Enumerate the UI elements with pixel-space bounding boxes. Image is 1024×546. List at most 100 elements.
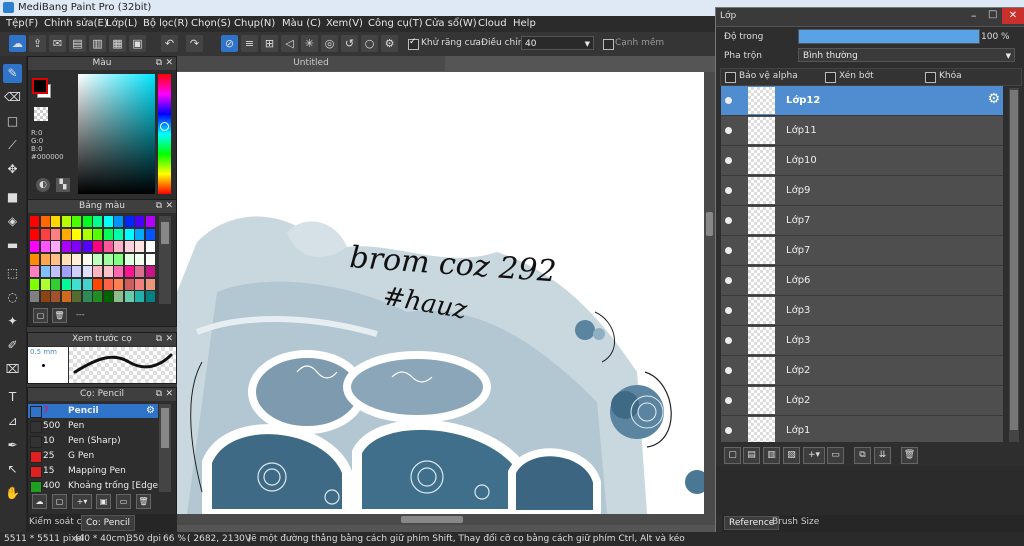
document-icon[interactable]: ▤ bbox=[69, 35, 86, 52]
brush-item[interactable]: 10 Pen (Sharp) bbox=[28, 434, 158, 448]
curve-snap-icon[interactable]: ↺ bbox=[341, 35, 358, 52]
saturation-value-picker[interactable] bbox=[78, 74, 155, 194]
layer-row[interactable]: Lớp3 bbox=[721, 326, 1003, 356]
menu-capture[interactable]: Chụp(N) bbox=[234, 18, 275, 29]
gear-icon[interactable]: ⚙ bbox=[987, 91, 1000, 107]
palette-scrollbar[interactable] bbox=[159, 216, 171, 304]
visibility-eye-icon[interactable] bbox=[725, 187, 732, 194]
palette-swatch[interactable] bbox=[145, 253, 155, 265]
lasso-tool-icon[interactable]: ◌ bbox=[3, 288, 22, 307]
palette-swatch[interactable] bbox=[124, 253, 134, 265]
layer-list-scrollbar-thumb[interactable] bbox=[1010, 90, 1018, 430]
palette-swatch[interactable] bbox=[145, 216, 155, 227]
palette-swatch[interactable] bbox=[135, 278, 144, 290]
palette-swatch[interactable] bbox=[40, 216, 50, 227]
palette-swatch[interactable] bbox=[30, 278, 39, 290]
move-tool-icon[interactable]: ✥ bbox=[3, 160, 22, 179]
palette-swatch[interactable] bbox=[124, 241, 134, 252]
palette-swatch[interactable] bbox=[93, 216, 102, 227]
document-tab[interactable]: Untitled bbox=[177, 56, 445, 71]
operation-tool-icon[interactable]: ↖ bbox=[3, 460, 22, 479]
layer-row[interactable]: Lớp6 bbox=[721, 266, 1003, 296]
select-eraser-icon[interactable]: ⌧ bbox=[3, 360, 22, 379]
close-icon[interactable]: ✕ bbox=[165, 388, 173, 401]
folder-icon[interactable]: ▭ bbox=[827, 447, 844, 464]
palette-swatch[interactable] bbox=[72, 291, 81, 302]
palette-swatch[interactable] bbox=[40, 291, 50, 302]
palette-swatch[interactable] bbox=[82, 253, 92, 265]
merge-down-icon[interactable]: ⇊ bbox=[874, 447, 891, 464]
drawing-canvas[interactable]: brom coz 292 #hauz bbox=[177, 72, 704, 514]
eyedropper-icon[interactable]: ✒ bbox=[3, 436, 22, 455]
new-1bit-layer-icon[interactable]: ▧ bbox=[783, 447, 800, 464]
new-8bit-layer-icon[interactable]: ▥ bbox=[763, 447, 780, 464]
palette-swatch[interactable] bbox=[145, 228, 155, 240]
palette-swatch[interactable] bbox=[72, 278, 81, 290]
opacity-slider[interactable] bbox=[798, 29, 980, 44]
palette-swatch[interactable] bbox=[93, 228, 102, 240]
radial-snap-icon[interactable]: ✳ bbox=[301, 35, 318, 52]
clipping-checkbox[interactable] bbox=[825, 72, 836, 83]
visibility-eye-icon[interactable] bbox=[725, 247, 732, 254]
brush-cloud-icon[interactable]: ☁ bbox=[32, 494, 47, 509]
palette-swatch[interactable] bbox=[103, 253, 113, 265]
palette-swatch[interactable] bbox=[103, 291, 113, 302]
palette-swatch[interactable] bbox=[103, 278, 113, 290]
close-icon[interactable]: ✕ bbox=[165, 333, 173, 346]
palette-swatch[interactable] bbox=[103, 228, 113, 240]
canvas-vscroll-thumb[interactable] bbox=[706, 212, 713, 236]
palette-swatch[interactable] bbox=[124, 266, 134, 277]
transparent-swatch[interactable] bbox=[34, 107, 48, 121]
layer-row[interactable]: Lớp11 bbox=[721, 116, 1003, 146]
color-mode-icon[interactable]: ▚ bbox=[56, 178, 70, 192]
undo-icon[interactable]: ↶ bbox=[161, 35, 178, 52]
palette-swatch[interactable] bbox=[61, 216, 71, 227]
popout-icon[interactable]: ⧉ bbox=[156, 200, 162, 213]
palette-scrollbar-thumb[interactable] bbox=[161, 222, 169, 244]
palette-swatch[interactable] bbox=[82, 266, 92, 277]
palette-swatch[interactable] bbox=[124, 278, 134, 290]
brush-list-scrollbar[interactable] bbox=[159, 404, 171, 492]
palette-swatch[interactable] bbox=[51, 253, 60, 265]
color-wheel-icon[interactable]: ◐ bbox=[36, 178, 50, 192]
hue-slider-handle[interactable] bbox=[160, 122, 169, 131]
brush-list-scrollbar-thumb[interactable] bbox=[161, 408, 169, 448]
layer-row[interactable]: Lớp2 bbox=[721, 386, 1003, 416]
palette-swatch[interactable] bbox=[145, 278, 155, 290]
select-rect-tool-icon[interactable]: ⬚ bbox=[3, 264, 22, 283]
antialias-checkbox[interactable] bbox=[408, 37, 419, 50]
layer-row[interactable]: Lớp7 bbox=[721, 206, 1003, 236]
palette-swatch[interactable] bbox=[114, 228, 123, 240]
tab-brush-control[interactable]: Kiểm soát co bbox=[29, 517, 87, 527]
palette-swatch[interactable] bbox=[135, 216, 144, 227]
palette-swatch[interactable] bbox=[93, 278, 102, 290]
vanishing-snap-icon[interactable]: ◁ bbox=[281, 35, 298, 52]
gear-icon[interactable]: ⚙ bbox=[146, 404, 155, 418]
palette-swatch[interactable] bbox=[72, 241, 81, 252]
palette-swatch[interactable] bbox=[61, 291, 71, 302]
circle-snap-icon[interactable]: ◎ bbox=[321, 35, 338, 52]
menu-tools[interactable]: Công cụ(T) bbox=[368, 18, 423, 29]
palette-swatch[interactable] bbox=[124, 291, 134, 302]
palette-swatch[interactable] bbox=[72, 253, 81, 265]
palette-swatch[interactable] bbox=[114, 241, 123, 252]
palette-swatch[interactable] bbox=[124, 228, 134, 240]
palette-swatch[interactable] bbox=[61, 266, 71, 277]
palette-swatch[interactable] bbox=[145, 241, 155, 252]
select-pen-icon[interactable]: ✐ bbox=[3, 336, 22, 355]
magic-wand-icon[interactable]: ✦ bbox=[3, 312, 22, 331]
palette-swatch[interactable] bbox=[93, 241, 102, 252]
primary-color-swatch[interactable] bbox=[32, 78, 48, 94]
new-layer-icon[interactable]: ▢ bbox=[724, 447, 741, 464]
visibility-eye-icon[interactable] bbox=[725, 337, 732, 344]
palette-swatch[interactable] bbox=[93, 291, 102, 302]
menu-edit[interactable]: Chỉnh sửa(E) bbox=[44, 18, 108, 29]
palette-swatch[interactable] bbox=[82, 291, 92, 302]
menu-cloud[interactable]: Cloud bbox=[478, 18, 507, 29]
protect-alpha-checkbox[interactable] bbox=[725, 72, 736, 83]
brush-item[interactable]: 15 Mapping Pen bbox=[28, 464, 158, 478]
brush-item[interactable]: 500 Pen bbox=[28, 419, 158, 433]
canvas-hscroll[interactable] bbox=[177, 514, 715, 525]
palette-swatch[interactable] bbox=[30, 241, 39, 252]
palette-swatch[interactable] bbox=[93, 266, 102, 277]
